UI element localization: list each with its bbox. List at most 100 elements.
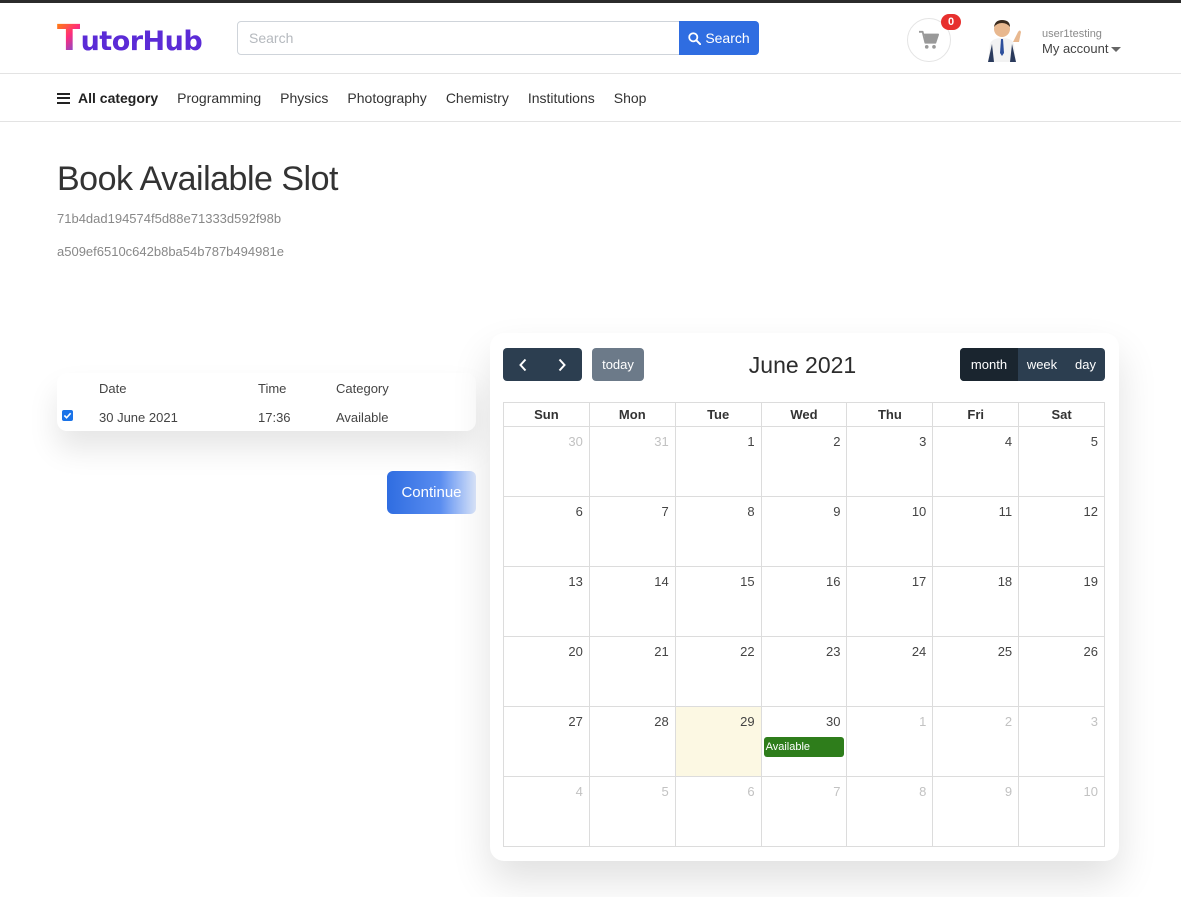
day-number: 8 xyxy=(747,504,755,519)
day-number: 2 xyxy=(1004,714,1013,729)
header: T utorHub Search 0 user1testing My accou… xyxy=(0,3,1181,74)
day-cell[interactable]: 3 xyxy=(847,427,934,496)
weekday-thu: Thu xyxy=(847,403,934,426)
day-cell[interactable]: 26 xyxy=(1019,637,1106,706)
month-days: 30 31 1 2 3 4 5 6 7 8 9 10 11 12 13 14 15 16 17 18 19 20 21 22 2… xyxy=(503,427,1106,847)
nav-link-photography[interactable]: Photography xyxy=(347,90,426,106)
day-number: 25 xyxy=(997,644,1013,659)
day-number: 23 xyxy=(825,644,841,659)
page-title: Book Available Slot xyxy=(57,160,338,198)
day-number: 26 xyxy=(1083,644,1099,659)
day-cell[interactable]: 14 xyxy=(590,567,676,636)
view-day-button[interactable]: day xyxy=(1066,348,1105,381)
next-month-button[interactable] xyxy=(543,348,583,381)
day-cell[interactable]: 22 xyxy=(676,637,762,706)
day-cell[interactable]: 24 xyxy=(847,637,934,706)
day-cell[interactable]: 7 xyxy=(590,497,676,566)
nav-link-programming[interactable]: Programming xyxy=(177,90,261,106)
day-number: 30 xyxy=(825,714,841,729)
day-cell[interactable]: 8 xyxy=(676,497,762,566)
day-cell[interactable]: 4 xyxy=(933,427,1020,496)
day-cell[interactable]: 16 xyxy=(762,567,848,636)
calendar-title: June 2021 xyxy=(748,352,857,378)
day-cell[interactable]: 1 xyxy=(676,427,762,496)
calendar-nav xyxy=(503,348,582,381)
day-cell[interactable]: 4 xyxy=(504,777,590,846)
day-cell[interactable]: 20 xyxy=(504,637,590,706)
view-month-button[interactable]: month xyxy=(960,348,1018,381)
search-button-label: Search xyxy=(705,30,750,46)
day-number: 18 xyxy=(997,574,1013,589)
day-cell[interactable]: 21 xyxy=(590,637,676,706)
day-cell[interactable]: 2 xyxy=(933,707,1020,776)
search-field[interactable] xyxy=(237,21,680,55)
caret-down-icon xyxy=(1111,46,1122,52)
today-button[interactable]: today xyxy=(592,348,644,381)
nav-link-institutions[interactable]: Institutions xyxy=(528,90,595,106)
day-cell[interactable]: 12 xyxy=(1019,497,1106,566)
day-number: 27 xyxy=(568,714,583,729)
day-cell[interactable]: 10 xyxy=(847,497,934,566)
nav-link-chemistry[interactable]: Chemistry xyxy=(446,90,509,106)
day-number: 17 xyxy=(911,574,927,589)
day-cell[interactable]: 30 Available xyxy=(762,707,848,776)
weekday-header: Sun Mon Tue Wed Thu Fri Sat xyxy=(503,402,1105,427)
day-cell[interactable]: 17 xyxy=(847,567,934,636)
day-cell[interactable]: 19 xyxy=(1019,567,1106,636)
nav-link-shop[interactable]: Shop xyxy=(614,90,647,106)
day-cell[interactable]: 7 xyxy=(762,777,848,846)
day-cell[interactable]: 13 xyxy=(504,567,590,636)
day-cell[interactable]: 30 xyxy=(504,427,590,496)
day-cell[interactable]: 3 xyxy=(1019,707,1106,776)
day-number: 6 xyxy=(575,504,583,519)
view-week-button[interactable]: week xyxy=(1018,348,1066,381)
day-cell[interactable]: 15 xyxy=(676,567,762,636)
day-cell[interactable]: 9 xyxy=(762,497,848,566)
day-number: 8 xyxy=(919,784,927,799)
day-cell[interactable]: 10 xyxy=(1019,777,1106,846)
nav-link-physics[interactable]: Physics xyxy=(280,90,328,106)
logo-text: utorHub xyxy=(80,26,203,57)
day-cell[interactable]: 25 xyxy=(933,637,1020,706)
day-cell[interactable]: 28 xyxy=(590,707,676,776)
day-cell[interactable]: 6 xyxy=(676,777,762,846)
calendar-event[interactable]: Available xyxy=(763,737,845,757)
selected-slots-table: Date Time Category 30 June 2021 17:36 Av… xyxy=(57,373,476,431)
avatar[interactable] xyxy=(982,18,1024,62)
day-cell[interactable]: 6 xyxy=(504,497,590,566)
day-number: 9 xyxy=(833,504,841,519)
my-account-dropdown[interactable]: My account xyxy=(1042,41,1122,56)
day-cell[interactable]: 1 xyxy=(847,707,934,776)
continue-button[interactable]: Continue xyxy=(387,471,476,514)
day-cell[interactable]: 18 xyxy=(933,567,1020,636)
day-cell[interactable]: 9 xyxy=(933,777,1020,846)
weekday-mon: Mon xyxy=(590,403,676,426)
weekday-sat: Sat xyxy=(1051,407,1072,422)
all-category-label: All category xyxy=(78,90,159,106)
slot-checkbox[interactable] xyxy=(62,410,73,421)
search-button[interactable]: Search xyxy=(679,21,759,55)
booking-id-2: a509ef6510c642b8ba54b787b494981e xyxy=(57,244,285,259)
day-cell[interactable]: 31 xyxy=(590,427,676,496)
day-cell[interactable]: 27 xyxy=(504,707,590,776)
weekday-wed: Wed xyxy=(762,403,848,426)
day-number: 5 xyxy=(1090,434,1099,449)
day-cell-today[interactable]: 29 xyxy=(675,707,762,776)
all-category-button[interactable]: All category xyxy=(57,90,158,106)
day-number: 28 xyxy=(654,714,669,729)
search-input[interactable] xyxy=(238,22,679,54)
day-cell[interactable]: 11 xyxy=(933,497,1020,566)
day-cell[interactable]: 8 xyxy=(847,777,934,846)
week-row: 27 28 29 30 Available 1 2 3 xyxy=(504,707,1106,777)
day-cell[interactable]: 5 xyxy=(1019,427,1106,496)
day-number: 2 xyxy=(833,434,841,449)
day-cell[interactable]: 2 xyxy=(762,427,848,496)
day-cell[interactable]: 23 xyxy=(762,637,848,706)
day-number: 29 xyxy=(740,714,755,729)
category-nav: All category Programming Physics Photograp… xyxy=(0,74,1181,122)
prev-month-button[interactable] xyxy=(503,348,543,381)
tutorhub-logo[interactable]: T utorHub xyxy=(57,19,203,59)
day-number: 22 xyxy=(740,644,755,659)
day-cell[interactable]: 5 xyxy=(590,777,676,846)
day-number: 24 xyxy=(911,644,927,659)
